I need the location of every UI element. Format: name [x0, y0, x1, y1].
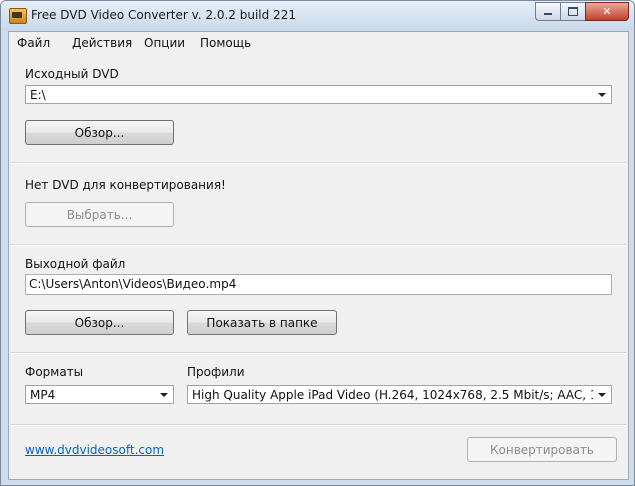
- profiles-label: Профили: [187, 365, 245, 379]
- menu-actions[interactable]: Действия: [72, 36, 132, 50]
- dropdown-button: [595, 86, 611, 103]
- dropdown-button: [157, 386, 173, 403]
- select-button[interactable]: Выбрать...: [25, 202, 174, 227]
- app-window: Free DVD Video Converter v. 2.0.2 build …: [0, 0, 635, 486]
- chevron-down-icon: [160, 393, 168, 397]
- close-icon: ✕: [602, 5, 612, 18]
- menu-options[interactable]: Опции: [144, 36, 185, 50]
- menu-help[interactable]: Помощь: [200, 36, 251, 50]
- title-bar[interactable]: Free DVD Video Converter v. 2.0.2 build …: [1, 1, 634, 31]
- dropdown-button: [595, 386, 611, 403]
- no-dvd-message: Нет DVD для конвертирования!: [25, 178, 226, 192]
- menu-file[interactable]: Файл: [17, 36, 50, 50]
- minimize-button[interactable]: [535, 2, 560, 21]
- divider: [10, 352, 626, 354]
- client-area: Файл Действия Опции Помощь Исходный DVD …: [8, 31, 629, 480]
- profile-value: High Quality Apple iPad Video (H.264, 10…: [192, 388, 593, 402]
- formats-label: Форматы: [25, 365, 84, 379]
- format-value: MP4: [30, 388, 56, 402]
- profile-select[interactable]: High Quality Apple iPad Video (H.264, 10…: [187, 385, 612, 404]
- chevron-down-icon: [598, 393, 606, 397]
- show-in-folder-button[interactable]: Показать в папке: [187, 310, 337, 335]
- format-select[interactable]: MP4: [25, 385, 174, 404]
- divider: [10, 424, 626, 426]
- menu-bar: Файл Действия Опции Помощь: [9, 32, 628, 54]
- output-browse-button[interactable]: Обзор...: [25, 310, 174, 335]
- source-browse-button[interactable]: Обзор...: [25, 120, 174, 145]
- minimize-icon: [544, 13, 552, 15]
- output-path-field[interactable]: C:\Users\Anton\Videos\Видео.mp4: [25, 274, 612, 295]
- window-controls: ✕: [535, 2, 629, 21]
- website-link[interactable]: www.dvdvideosoft.com: [25, 443, 164, 457]
- output-file-label: Выходной файл: [25, 257, 126, 271]
- convert-button[interactable]: Конвертировать: [467, 437, 617, 462]
- maximize-button[interactable]: [560, 2, 585, 21]
- source-dvd-label: Исходный DVD: [25, 67, 119, 81]
- close-button[interactable]: ✕: [585, 2, 629, 21]
- divider: [10, 244, 626, 246]
- app-icon[interactable]: [9, 8, 27, 24]
- window-title: Free DVD Video Converter v. 2.0.2 build …: [31, 8, 296, 22]
- maximize-icon: [568, 7, 578, 16]
- divider: [10, 162, 626, 164]
- source-drive-select[interactable]: E:\: [25, 85, 612, 104]
- chevron-down-icon: [598, 93, 606, 97]
- source-drive-value: E:\: [30, 88, 46, 102]
